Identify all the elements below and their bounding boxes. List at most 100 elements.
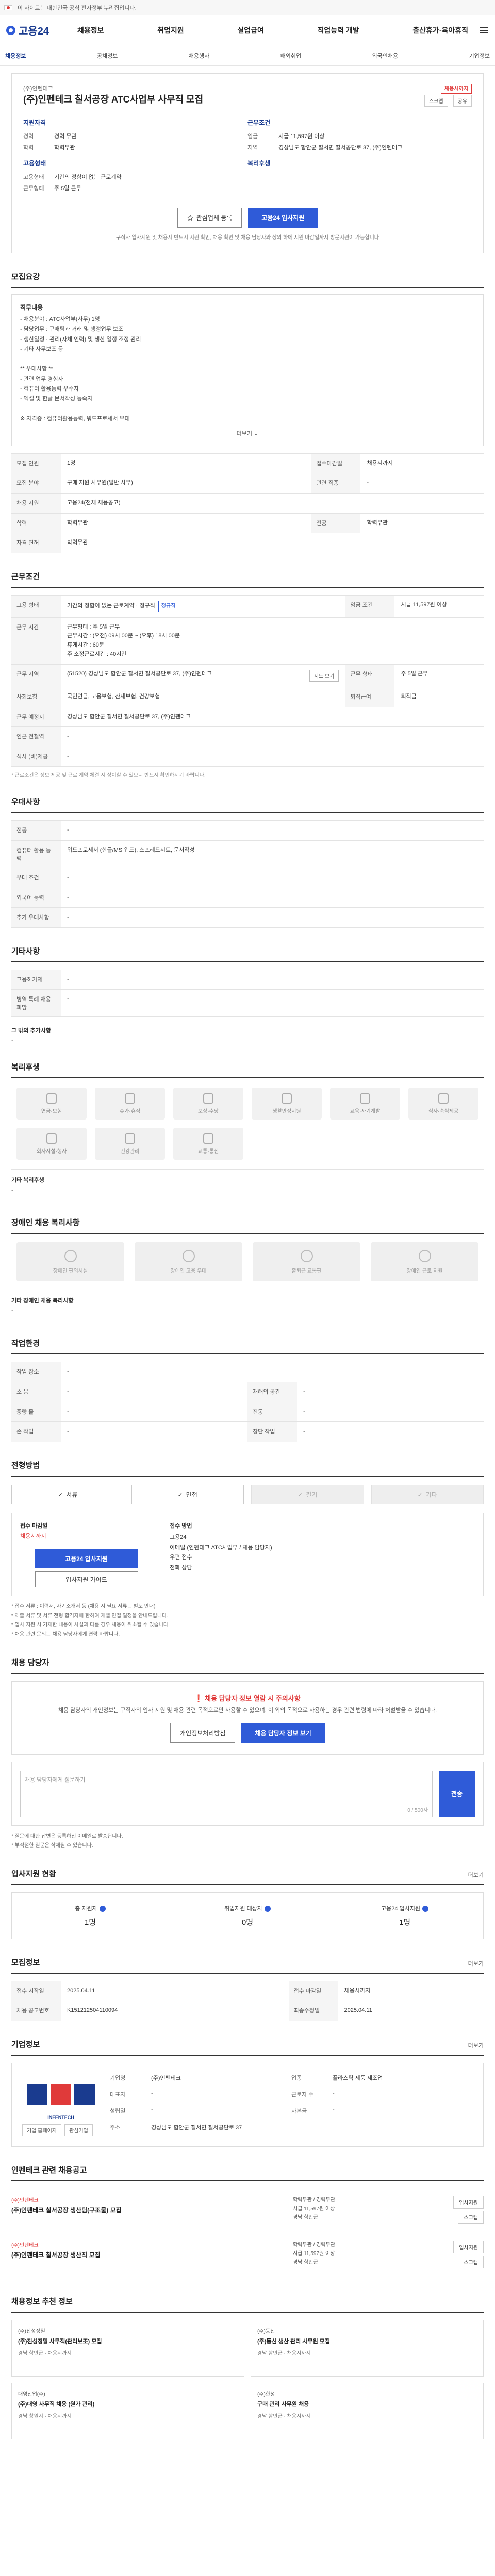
subnav-item-4[interactable]: 외국인채용	[372, 52, 399, 60]
more-toggle[interactable]: 더보기 ⌄	[20, 429, 475, 437]
recruitTable-value2: 채용시까지	[360, 453, 484, 474]
workTable-row: 사회보험 국민연금, 고용보험, 산재보험, 건강보험 퇴직급여 퇴직금	[11, 687, 484, 707]
subnav-item-1[interactable]: 공채정보	[97, 52, 118, 60]
site-logo[interactable]: 고용24	[5, 23, 67, 38]
company-homepage-button[interactable]: 기업 홈페이지	[22, 2124, 61, 2136]
company-info-key2: 업종	[291, 2075, 302, 2081]
company-info-value: 경상남도 함안군 칠서면 칠서공단로 37	[151, 2125, 242, 2131]
subnav-item-5[interactable]: 기업정보	[469, 52, 490, 60]
related-item[interactable]: (주)인펜테크 (주)인펜테크 칠서공장 생산팀(구조물) 모집 학력무관 / 경력…	[11, 2189, 484, 2233]
related-company[interactable]: (주)인펜테크	[11, 2196, 293, 2204]
workTable-value2: 퇴직금	[394, 687, 484, 707]
envTable-row: 작업 장소 -	[11, 1362, 484, 1383]
workenv-section: 작업환경 작업 장소 - 소 음 - 재해의 공간 - 중량 물 - 진동 - 손 작업 - 장단 작업…	[11, 1337, 484, 1442]
recommend-meta: 경남 함안군 · 채용시까지	[257, 2351, 311, 2357]
company-info-value: -	[151, 2090, 153, 2096]
stat-item: 고용24 입사지원 1명	[326, 1893, 483, 1939]
nav-item-0[interactable]: 채용정보	[77, 25, 104, 36]
related-meta: 학력무관 / 경력무관 시급 11,597원 이상 경남 함안군	[293, 2196, 411, 2226]
pref-title: 우대사항	[11, 798, 40, 807]
scrap-button[interactable]: 스크랩	[424, 95, 448, 107]
recommend-card[interactable]: 대영산업(주) (주)대영 사무직 채용 (원가 관리) 경남 창원시 · 채용시까…	[11, 2382, 244, 2439]
company-info-key2: 근로자 수	[291, 2091, 314, 2098]
consult-title: 채용 담당자	[11, 1658, 50, 1667]
related-meta: 학력무관 / 경력무관 시급 11,597원 이상 경남 함안군	[293, 2241, 411, 2270]
recommend-card[interactable]: (주)동신 (주)동신 생산 관리 사무원 모집 경남 함안군 · 채용시까지	[251, 2319, 484, 2377]
company-info-value: (주)인펜테크	[151, 2075, 181, 2081]
related-meta-line: 학력무관 / 경력무관	[293, 2242, 335, 2248]
sumLeft-row: 경력 경력 무관	[23, 132, 248, 140]
company-logo	[22, 2074, 100, 2115]
company-more-link[interactable]: 더보기	[468, 2041, 484, 2049]
employment-tag: 정규직	[158, 600, 179, 612]
stats-more-link[interactable]: 더보기	[468, 1871, 484, 1879]
view-contact-button[interactable]: 채용 담당자 정보 보기	[241, 1722, 325, 1743]
sumLeft2-value: 주 5일 근무	[54, 185, 81, 192]
workTable-value2: 주 5일 근무	[394, 664, 484, 688]
related-title-text[interactable]: (주)인펜테크 칠서공장 생산직 모집	[11, 2250, 293, 2259]
star-icon	[187, 214, 193, 221]
related-company[interactable]: (주)인펜테크	[11, 2241, 293, 2248]
related-apply-button[interactable]: 입사지원	[453, 2240, 484, 2253]
nav-item-2[interactable]: 실업급여	[237, 25, 264, 36]
method-tab-3: ✓ 기타	[371, 1484, 484, 1504]
method-tab-2: ✓ 필기	[251, 1484, 364, 1504]
company-interest-button[interactable]: 관심기업	[64, 2124, 93, 2136]
apply-guide-button[interactable]: 입사지원 가이드	[35, 1571, 138, 1587]
company-name[interactable]: (주)인펜테크	[23, 84, 203, 92]
share-button[interactable]: 공유	[453, 95, 472, 107]
job-description-title: 직무내용	[20, 304, 43, 311]
recommend-company: 대영산업(주)	[18, 2391, 45, 2397]
recommend-card[interactable]: (주)진성정밀 (주)진성정밀 사무직(관리보조) 모집 경남 함안군 · 채용시까…	[11, 2319, 244, 2377]
site-header: 고용24 채용정보 취업지원 실업급여 직업능력 개발 출산휴가·육아휴직	[0, 15, 495, 45]
info-icon[interactable]	[99, 1905, 106, 1912]
related-scrap-button[interactable]: 스크랩	[458, 2210, 484, 2224]
welfare-label: 교통·통신	[197, 1148, 219, 1155]
info-icon[interactable]	[422, 1905, 428, 1912]
qa-send-button[interactable]: 전송	[439, 1770, 475, 1817]
workTable-row: 근무 예정지 경상남도 함안군 칠서면 칠서공단로 37, (주)인펜테크	[11, 706, 484, 727]
sumRight-row: 임금 시급 11,597원 이상	[248, 132, 472, 140]
recommend-title: 채용정보 추천 정보	[11, 2297, 73, 2306]
interest-company-button[interactable]: 관심업체 등록	[177, 208, 242, 228]
subnav-item-2[interactable]: 채용행사	[189, 52, 209, 60]
stats-title: 입사지원 현황	[11, 1869, 56, 1878]
recommend-title-text: 구매 관리 사무원 채용	[257, 2401, 309, 2408]
workTable-label2: 임금 조건	[345, 595, 395, 618]
method-tab-0[interactable]: ✓ 서류	[11, 1484, 124, 1504]
workTable-label: 근무 예정지	[11, 706, 61, 727]
conditions-block: 근무조건 임금 시급 11,597원 이상 지역 경상남도 함안군 칠서면 칠서공단로…	[248, 118, 472, 195]
related-apply-button[interactable]: 입사지원	[453, 2195, 484, 2209]
recommend-card[interactable]: (주)한성 구매 관리 사무원 채용 경남 함안군 · 채용시까지	[251, 2382, 484, 2439]
map-button[interactable]: 지도 보기	[309, 670, 339, 682]
method-tabs: ✓ 서류 ✓ 면접 ✓ 필기 ✓ 기타	[11, 1484, 484, 1504]
envTable-row: 손 작업 - 장단 작업 -	[11, 1421, 484, 1442]
envTable-value: -	[61, 1362, 484, 1383]
apply-method-line: 우편 접수	[170, 1554, 192, 1561]
menu-icon[interactable]	[478, 25, 490, 36]
subnav-item-3[interactable]: 해외취업	[280, 52, 301, 60]
related-actions: 입사지원 스크랩	[411, 2195, 484, 2226]
privacy-policy-button[interactable]: 개인정보처리방침	[170, 1722, 236, 1743]
nav-item-1[interactable]: 취업지원	[157, 25, 184, 36]
info-icon[interactable]	[264, 1905, 271, 1912]
related-scrap-button[interactable]: 스크랩	[458, 2255, 484, 2268]
nav-item-4[interactable]: 출산휴가·육아휴직	[412, 25, 468, 36]
related-section: 인펜테크 관련 채용공고 (주)인펜테크 (주)인펜테크 칠서공장 생산팀(구조물…	[11, 2164, 484, 2278]
subnav-item-0[interactable]: 채용정보	[5, 52, 26, 60]
envTable-label2: 진동	[248, 1401, 297, 1422]
info-more-link[interactable]: 더보기	[468, 1959, 484, 1968]
apply-button[interactable]: 고용24 입사지원	[248, 208, 318, 228]
nav-item-3[interactable]: 직업능력 개발	[317, 25, 359, 36]
company-info-key2	[291, 2123, 333, 2136]
recruitTable-value2: 학력무관	[360, 513, 484, 534]
related-title-text[interactable]: (주)인펜테크 칠서공장 생산팀(구조물) 모집	[11, 2206, 293, 2214]
method-tab-1[interactable]: ✓ 면접	[131, 1484, 244, 1504]
disability-label: 장애인 고용 우대	[170, 1268, 207, 1274]
envTable-label: 작업 장소	[11, 1362, 61, 1383]
qa-textarea[interactable]: 채용 담당자에게 질문하기 0 / 500자	[20, 1770, 433, 1817]
apply-button-2[interactable]: 고용24 입사지원	[35, 1549, 138, 1568]
infoTable-label: 채용 공고번호	[11, 2001, 61, 2021]
envTable-value2: -	[297, 1401, 484, 1422]
related-item[interactable]: (주)인펜테크 (주)인펜테크 칠서공장 생산직 모집 학력무관 / 경력무관 시급 …	[11, 2233, 484, 2278]
